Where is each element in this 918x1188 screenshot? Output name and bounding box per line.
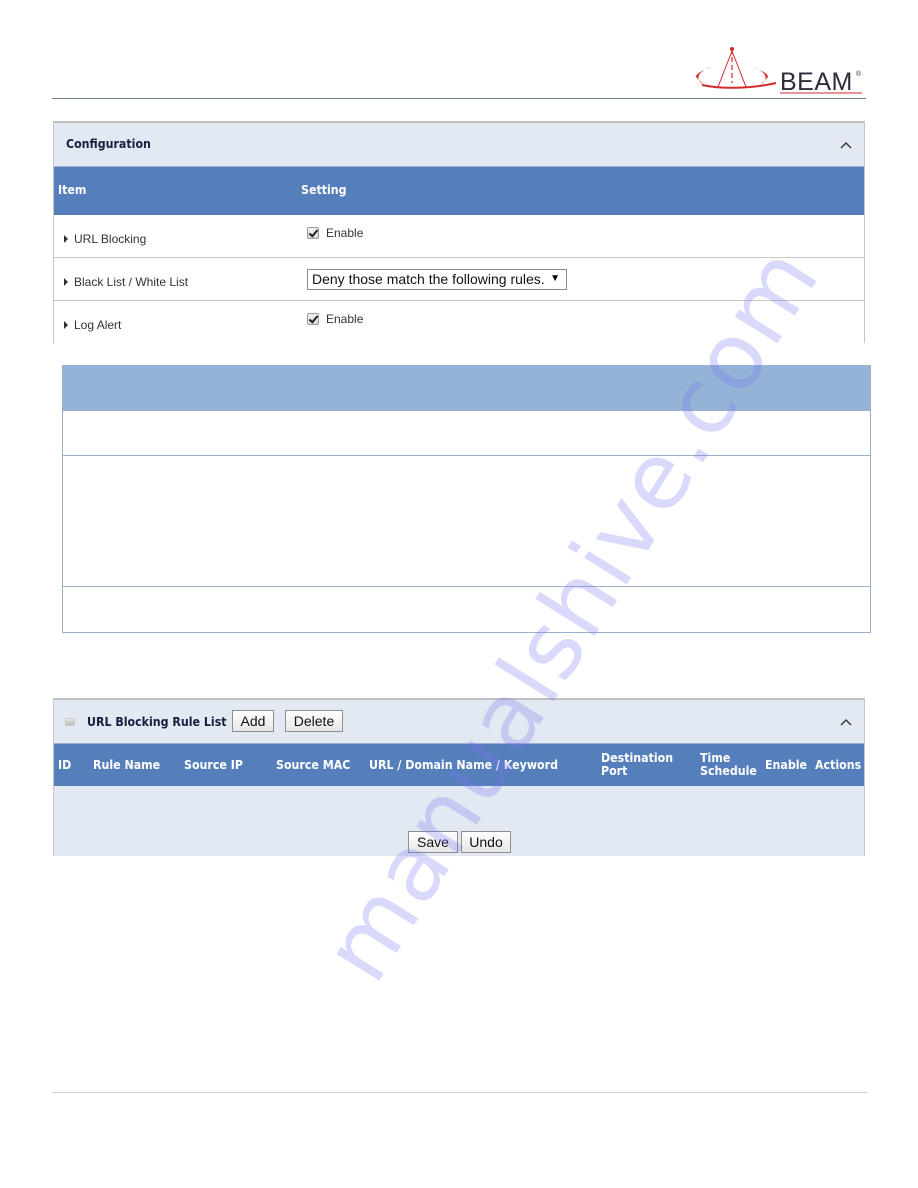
column-header-destination-port: Destination Port bbox=[601, 752, 673, 778]
config-label: Log Alert bbox=[64, 318, 121, 332]
column-header-id: ID bbox=[58, 758, 72, 772]
column-header-url-domain-keyword: URL / Domain Name / Keyword bbox=[369, 758, 558, 772]
rule-list-title: URL Blocking Rule List bbox=[87, 715, 227, 729]
beam-logo: BEAM ® bbox=[690, 45, 870, 97]
black-white-list-selected-value: Deny those match the following rules. bbox=[312, 271, 545, 287]
header-divider bbox=[52, 98, 866, 99]
url-blocking-enable-checkbox[interactable] bbox=[307, 227, 319, 239]
log-alert-setting: Enable bbox=[307, 312, 363, 326]
column-header-item: Item bbox=[58, 183, 87, 197]
black-white-list-select[interactable]: Deny those match the following rules. ▼ bbox=[307, 269, 567, 290]
rule-list-header-row: ID Rule Name Source IP Source MAC URL / … bbox=[54, 743, 864, 786]
config-label: Black List / White List bbox=[64, 275, 188, 289]
chevron-up-icon[interactable] bbox=[840, 718, 852, 726]
column-header-rule-name: Rule Name bbox=[93, 758, 161, 772]
configuration-panel: Configuration Item Setting URL Blocking … bbox=[53, 121, 865, 344]
rule-list-body: Save Undo bbox=[54, 786, 864, 856]
column-header-enable: Enable bbox=[765, 758, 808, 772]
undo-button[interactable]: Undo bbox=[461, 831, 511, 853]
caret-right-icon bbox=[64, 278, 68, 286]
time-schedule-line2: Schedule bbox=[700, 764, 757, 778]
column-header-actions: Actions bbox=[815, 758, 862, 772]
description-table-row bbox=[63, 455, 870, 586]
log-alert-enable-label: Enable bbox=[326, 312, 364, 326]
destination-port-line1: Destination bbox=[601, 751, 674, 765]
configuration-title-bar: Configuration bbox=[54, 123, 864, 166]
column-header-setting: Setting bbox=[301, 183, 347, 197]
configuration-title: Configuration bbox=[66, 137, 151, 151]
description-table-header bbox=[63, 365, 870, 410]
registered-mark: ® bbox=[856, 71, 862, 78]
footer-divider bbox=[52, 1092, 867, 1093]
description-table-row bbox=[63, 410, 870, 455]
caret-right-icon bbox=[64, 321, 68, 329]
add-rule-button[interactable]: Add bbox=[232, 710, 274, 732]
time-schedule-line1: Time bbox=[700, 751, 731, 765]
chevron-up-icon[interactable] bbox=[840, 141, 852, 149]
description-table-row bbox=[63, 586, 870, 631]
log-alert-enable-checkbox[interactable] bbox=[307, 313, 319, 325]
dropdown-arrow-icon: ▼ bbox=[550, 273, 560, 284]
status-led-icon bbox=[65, 718, 75, 726]
url-blocking-label: URL Blocking bbox=[74, 232, 147, 246]
configuration-header-row: Item Setting bbox=[54, 166, 864, 215]
url-blocking-rule-list-panel: URL Blocking Rule List Add Delete ID Rul… bbox=[53, 698, 865, 856]
destination-port-line2: Port bbox=[601, 764, 628, 778]
save-button[interactable]: Save bbox=[408, 831, 458, 853]
rule-list-title-bar: URL Blocking Rule List Add Delete bbox=[54, 700, 864, 743]
logo-text: BEAM bbox=[780, 68, 853, 96]
config-row-log-alert: Log Alert Enable bbox=[54, 301, 864, 344]
column-header-time-schedule: Time Schedule bbox=[700, 752, 757, 778]
url-blocking-enable-label: Enable bbox=[326, 226, 364, 240]
config-row-black-white-list: Black List / White List Deny those match… bbox=[54, 258, 864, 301]
config-label: URL Blocking bbox=[64, 232, 146, 246]
black-white-list-label: Black List / White List bbox=[74, 275, 189, 289]
config-row-url-blocking: URL Blocking Enable bbox=[54, 215, 864, 258]
description-table bbox=[62, 365, 871, 633]
delete-rule-button[interactable]: Delete bbox=[285, 710, 343, 732]
url-blocking-setting: Enable bbox=[307, 226, 363, 240]
caret-right-icon bbox=[64, 235, 68, 243]
log-alert-label: Log Alert bbox=[74, 318, 122, 332]
column-header-source-ip: Source IP bbox=[184, 758, 243, 772]
column-header-source-mac: Source MAC bbox=[276, 758, 351, 772]
